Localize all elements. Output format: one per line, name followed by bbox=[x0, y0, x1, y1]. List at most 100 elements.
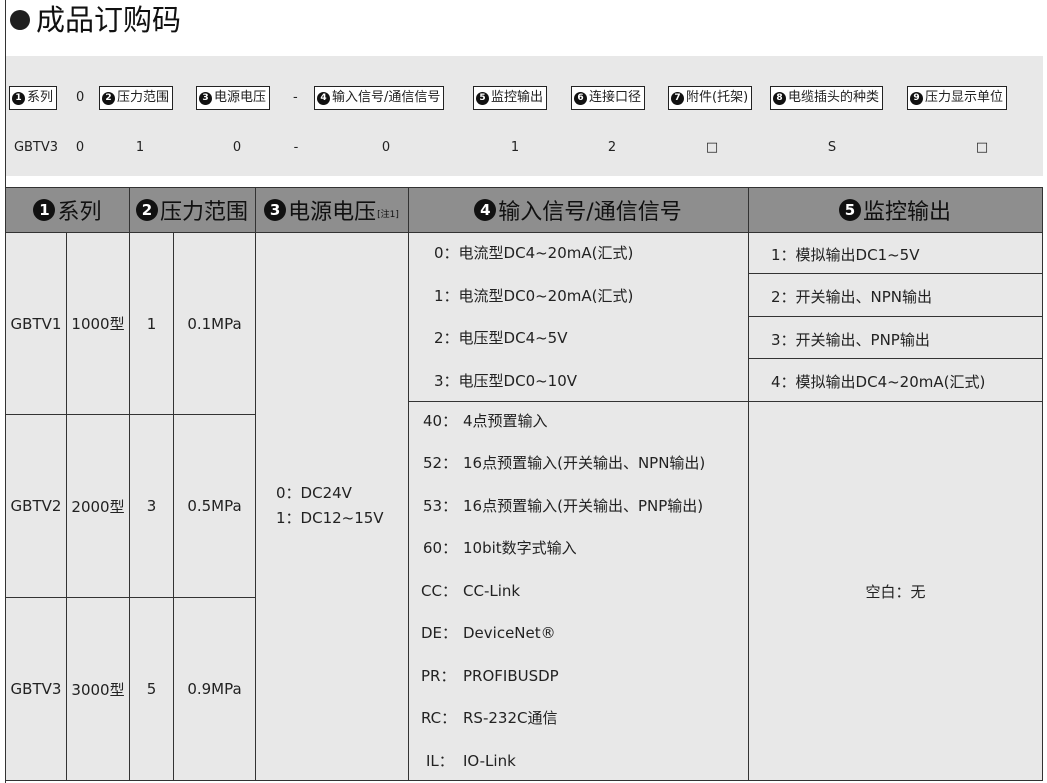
monitor-option: 3：开关输出、PNP输出 bbox=[771, 331, 930, 349]
range-value: 0.9MPa bbox=[187, 680, 242, 698]
input-option-code: 40： bbox=[423, 412, 458, 430]
header-series: 1 系列 bbox=[6, 188, 129, 232]
code-label-monitor-output: 5 监控输出 bbox=[473, 86, 548, 110]
monitor-option: 2：开关输出、NPN输出 bbox=[771, 288, 933, 306]
code-value-series: GBTV3 bbox=[13, 140, 59, 155]
code-label-text: 连接口径 bbox=[589, 90, 642, 105]
series-model: 3000型 bbox=[71, 680, 125, 699]
column-divider bbox=[255, 188, 256, 780]
range-code: 1 bbox=[146, 314, 157, 333]
column-divider bbox=[408, 188, 409, 780]
header-pressure-range: 2 压力范围 bbox=[129, 188, 255, 232]
series-model: 2000型 bbox=[71, 497, 125, 516]
code-value-monitor: 1 bbox=[510, 140, 520, 155]
input-option-text: 16点预置输入(开关输出、NPN输出) bbox=[463, 454, 706, 472]
code-label-cable-connector: 8 电缆插头的种类 bbox=[770, 86, 884, 110]
code-label-text: 附件(托架) bbox=[686, 90, 749, 105]
range-value: 0.1MPa bbox=[187, 314, 242, 333]
header-supply-voltage: 3 电源电压 [注1] bbox=[255, 188, 408, 232]
input-option-code: 53： bbox=[423, 497, 458, 515]
code-separator-zero: 0 bbox=[76, 90, 85, 105]
input-option-code: DE： bbox=[421, 624, 458, 642]
number-6-icon: 6 bbox=[574, 91, 587, 105]
input-option: 2：电压型DC4~5V bbox=[434, 329, 568, 347]
range-code: 3 bbox=[146, 497, 157, 515]
voltage-option: 0：DC24V bbox=[276, 484, 352, 502]
code-label-series: 1 系列 bbox=[9, 86, 58, 110]
row-divider bbox=[748, 316, 1042, 317]
number-4-icon: 4 bbox=[317, 91, 330, 105]
code-label-text: 系列 bbox=[27, 90, 54, 105]
code-label-text: 电源电压 bbox=[214, 90, 267, 105]
input-option-code: 60： bbox=[423, 539, 458, 557]
code-label-text: 压力范围 bbox=[117, 90, 170, 105]
input-option-code: IL： bbox=[426, 752, 454, 770]
number-5-icon: 5 bbox=[838, 199, 861, 221]
range-code: 5 bbox=[146, 680, 157, 698]
number-3-icon: 3 bbox=[264, 199, 287, 221]
input-option-text: DeviceNet® bbox=[463, 624, 556, 642]
series-code: GBTV1 bbox=[10, 314, 62, 333]
code-label-text: 压力显示单位 bbox=[925, 90, 1004, 105]
header-text: 输入信号/通信信号 bbox=[498, 200, 682, 225]
code-label-text: 电缆插头的种类 bbox=[788, 90, 880, 105]
code-value-input: 0 bbox=[381, 140, 391, 155]
input-option-text: RS-232C通信 bbox=[463, 709, 558, 727]
code-value-voltage: 0 bbox=[232, 140, 242, 155]
section-title: 成品订购码 bbox=[10, 2, 181, 38]
input-option-text: 4点预置输入 bbox=[463, 412, 548, 430]
voltage-option: 1：DC12~15V bbox=[276, 509, 384, 527]
code-value-dash: - bbox=[293, 140, 299, 155]
input-option-text: CC-Link bbox=[463, 582, 521, 600]
input-option-code: CC： bbox=[421, 582, 457, 600]
input-option-text: 10bit数字式输入 bbox=[463, 539, 577, 557]
input-option-code: PR： bbox=[421, 667, 456, 685]
code-label-port-size: 6 连接口径 bbox=[571, 86, 646, 110]
header-monitor-output: 5 监控输出 bbox=[748, 188, 1042, 232]
number-4-icon: 4 bbox=[474, 199, 497, 221]
number-1-icon: 1 bbox=[33, 199, 56, 221]
input-option-text: 16点预置输入(开关输出、PNP输出) bbox=[463, 497, 704, 515]
header-text: 监控输出 bbox=[862, 200, 951, 225]
series-code: GBTV3 bbox=[10, 680, 62, 698]
series-model: 1000型 bbox=[71, 315, 125, 333]
code-value-zero: 0 bbox=[75, 140, 85, 155]
row-divider bbox=[748, 273, 1042, 274]
header-text: 电源电压 bbox=[288, 200, 377, 225]
number-9-icon: 9 bbox=[910, 91, 923, 105]
input-option-text: IO-Link bbox=[463, 752, 516, 770]
number-2-icon: 2 bbox=[135, 199, 158, 221]
header-text: 压力范围 bbox=[159, 200, 248, 225]
code-label-accessory: 7 附件(托架) bbox=[668, 86, 753, 110]
header-input-signal: 4 输入信号/通信信号 bbox=[408, 188, 748, 232]
monitor-option: 1：模拟输出DC1~5V bbox=[771, 246, 920, 264]
series-code: GBTV2 bbox=[10, 497, 62, 515]
monitor-option: 4：模拟输出DC4~20mA(汇式) bbox=[771, 373, 986, 391]
code-value-cable: S bbox=[827, 140, 837, 155]
number-2-icon: 2 bbox=[102, 91, 115, 105]
number-3-icon: 3 bbox=[199, 91, 212, 105]
input-option-text: PROFIBUSDP bbox=[463, 667, 559, 685]
input-option: 1：电流型DC0~20mA(汇式) bbox=[434, 287, 634, 305]
monitor-blank-option: 空白：无 bbox=[865, 582, 926, 601]
header-text: 系列 bbox=[57, 200, 102, 225]
number-7-icon: 7 bbox=[671, 91, 684, 105]
input-option-code: 52： bbox=[423, 454, 458, 472]
code-label-text: 输入信号/通信信号 bbox=[332, 90, 441, 105]
range-value: 0.5MPa bbox=[187, 497, 242, 515]
row-divider bbox=[748, 358, 1042, 359]
number-1-icon: 1 bbox=[12, 91, 25, 105]
code-label-pressure-range: 2 压力范围 bbox=[99, 86, 174, 110]
input-option-code: RC： bbox=[421, 709, 457, 727]
code-label-pressure-unit: 9 压力显示单位 bbox=[907, 86, 1008, 110]
order-code-band bbox=[6, 56, 1043, 176]
code-value-port: 2 bbox=[607, 140, 617, 155]
code-label-supply-voltage: 3 电源电压 bbox=[196, 86, 271, 110]
order-code-table: 1 系列 2 压力范围 3 电源电压 [注1] 4 输入信号/通信信号 5 监控… bbox=[5, 187, 1043, 781]
input-option: 3：电压型DC0~10V bbox=[434, 372, 578, 390]
section-title-text: 成品订购码 bbox=[36, 3, 182, 37]
code-value-pressure: 1 bbox=[135, 140, 145, 155]
number-8-icon: 8 bbox=[773, 91, 786, 105]
input-option: 0：电流型DC4~20mA(汇式) bbox=[434, 244, 634, 262]
code-label-text: 监控输出 bbox=[491, 90, 544, 105]
